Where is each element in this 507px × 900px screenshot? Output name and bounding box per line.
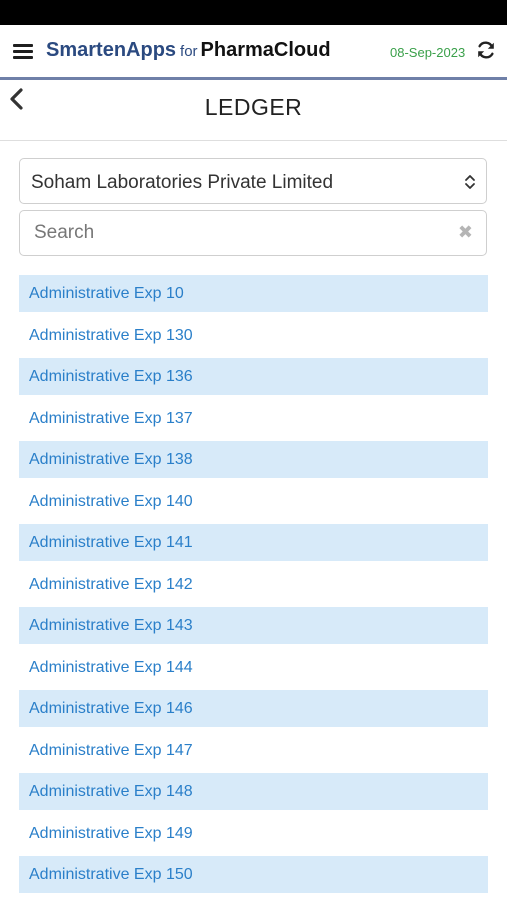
ledger-list-item[interactable]: Administrative Exp 150 bbox=[19, 856, 488, 893]
ledger-list-item[interactable]: Administrative Exp 137 bbox=[19, 400, 488, 437]
page-title: LEDGER bbox=[204, 94, 303, 120]
header-date: 08-Sep-2023 bbox=[390, 45, 466, 60]
ledger-list-item[interactable]: Administrative Exp 148 bbox=[19, 773, 488, 810]
company-select[interactable]: Soham Laboratories Private Limited bbox=[19, 158, 487, 204]
search-box: ✖ bbox=[19, 210, 487, 256]
brand-for: for bbox=[180, 43, 198, 60]
ledger-list-item[interactable]: Administrative Exp 136 bbox=[19, 358, 488, 395]
brand-name: SmartenApps bbox=[46, 39, 177, 61]
ledger-list-item[interactable]: Administrative Exp 147 bbox=[19, 732, 488, 769]
ledger-list-item[interactable]: Administrative Exp 140 bbox=[19, 483, 488, 520]
status-bar bbox=[0, 0, 507, 25]
search-input[interactable] bbox=[34, 219, 434, 247]
ledger-list-item[interactable]: Administrative Exp 141 bbox=[19, 524, 488, 561]
ledger-list-item[interactable]: Administrative Exp 144 bbox=[19, 649, 488, 686]
brand-logo: SmartenApps for PharmaCloud bbox=[46, 39, 331, 62]
ledger-list-item[interactable]: Administrative Exp 146 bbox=[19, 690, 488, 727]
ledger-list-item[interactable]: Administrative Exp 143 bbox=[19, 607, 488, 644]
close-icon[interactable]: ✖ bbox=[458, 222, 473, 242]
ledger-list: Administrative Exp 10 Administrative Exp … bbox=[19, 275, 488, 898]
ledger-list-item[interactable]: Administrative Exp 149 bbox=[19, 815, 488, 852]
hamburger-menu-icon[interactable] bbox=[13, 44, 33, 60]
brand-product: PharmaCloud bbox=[200, 39, 331, 61]
sort-updown-icon bbox=[465, 175, 475, 189]
ledger-list-item[interactable]: Administrative Exp 10 bbox=[19, 275, 488, 312]
app-header: SmartenApps for PharmaCloud 08-Sep-2023 bbox=[0, 25, 507, 80]
refresh-icon[interactable] bbox=[476, 40, 496, 60]
company-select-value: Soham Laboratories Private Limited bbox=[31, 172, 334, 193]
ledger-list-item[interactable]: Administrative Exp 142 bbox=[19, 566, 488, 603]
ledger-list-item[interactable]: Administrative Exp 138 bbox=[19, 441, 488, 478]
title-bar: LEDGER bbox=[0, 80, 507, 141]
ledger-list-item[interactable]: Administrative Exp 130 bbox=[19, 317, 488, 354]
